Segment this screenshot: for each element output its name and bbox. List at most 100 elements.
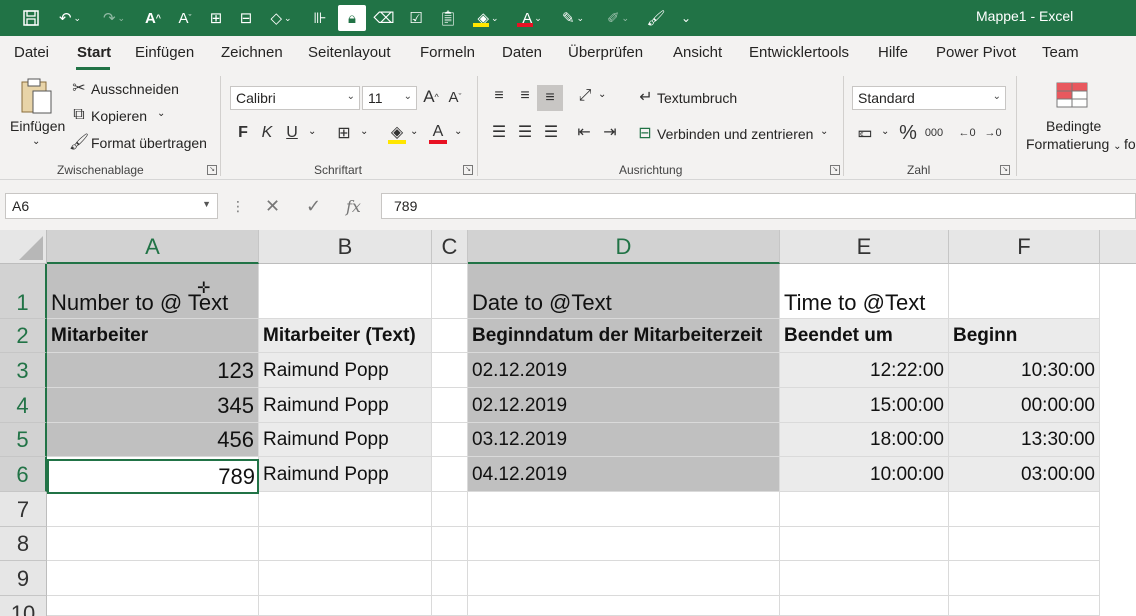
- conditional-formatting-icon[interactable]: [1054, 80, 1090, 110]
- column-header-d[interactable]: D: [468, 230, 780, 264]
- paste-dropdown-icon[interactable]: ⌄: [32, 136, 40, 147]
- cell-f1[interactable]: [949, 264, 1100, 319]
- increase-font-icon[interactable]: A ^: [140, 5, 166, 31]
- shrink-font-icon[interactable]: Aˇ: [445, 86, 465, 108]
- cell-e10[interactable]: [780, 596, 949, 616]
- merge-center-button[interactable]: Verbinden und zentrieren: [657, 126, 813, 142]
- pen-icon[interactable]: ✎ ⌄: [556, 5, 590, 31]
- cell-f6[interactable]: 03:00:00: [949, 457, 1100, 492]
- number-format-select[interactable]: Standard ⌄: [852, 86, 1006, 110]
- column-header-g-partial[interactable]: [1100, 230, 1136, 264]
- conditional-formatting-label-1[interactable]: Bedingte: [1046, 118, 1101, 134]
- cell-a7[interactable]: [47, 492, 259, 527]
- formula-input[interactable]: 789: [381, 193, 1136, 219]
- save-icon[interactable]: [18, 5, 44, 31]
- cell-c7[interactable]: [432, 492, 468, 527]
- tab-seitenlayout[interactable]: Seitenlayout: [308, 44, 391, 61]
- cell-d6[interactable]: 04.12.2019: [468, 457, 780, 492]
- italic-button[interactable]: K: [258, 122, 276, 144]
- format-painter-button[interactable]: Format übertragen: [91, 135, 207, 151]
- cell-b1[interactable]: [259, 264, 432, 319]
- active-cell-a6[interactable]: 789: [47, 459, 259, 494]
- clear-format-icon[interactable]: ⌫: [372, 5, 396, 31]
- redo-icon[interactable]: ↷ ⌄: [96, 5, 132, 31]
- paste-icon[interactable]: 📋︎: [436, 5, 460, 31]
- cell-c2[interactable]: [432, 319, 468, 353]
- cell-e7[interactable]: [780, 492, 949, 527]
- cell-e8[interactable]: [780, 527, 949, 561]
- cell-d2[interactable]: Beginndatum der Mitarbeiterzeit: [468, 319, 780, 353]
- row-header-4[interactable]: 4: [0, 388, 47, 423]
- cell-a10[interactable]: [47, 596, 259, 616]
- cell-c9[interactable]: [432, 561, 468, 596]
- align-center-icon[interactable]: ☰: [514, 122, 536, 142]
- align-middle-icon[interactable]: ≡: [514, 86, 536, 106]
- cell-b5[interactable]: Raimund Popp: [259, 423, 432, 457]
- copy-icon[interactable]: ⧉: [70, 106, 88, 124]
- cell-c1[interactable]: [432, 264, 468, 319]
- decrease-indent-icon[interactable]: ⇤: [573, 122, 595, 142]
- borders-dropdown-icon[interactable]: ⌄: [360, 126, 368, 137]
- undo-icon[interactable]: ↶ ⌄: [52, 5, 88, 31]
- cell-d5[interactable]: 03.12.2019: [468, 423, 780, 457]
- cell-d1[interactable]: Date to @Text: [468, 264, 780, 319]
- column-header-b[interactable]: B: [259, 230, 432, 264]
- currency-icon[interactable]: 💶︎: [853, 122, 877, 144]
- column-header-a[interactable]: A: [47, 230, 259, 264]
- cell-d8[interactable]: [468, 527, 780, 561]
- grow-font-icon[interactable]: A ^: [421, 86, 441, 108]
- decrease-decimal-icon[interactable]: →0: [982, 122, 1004, 144]
- column-header-e[interactable]: E: [780, 230, 949, 264]
- orientation-icon[interactable]: ⤢: [573, 86, 597, 106]
- cell-d9[interactable]: [468, 561, 780, 596]
- align-top-icon[interactable]: ≡: [488, 86, 510, 106]
- cell-a5[interactable]: 456: [47, 423, 259, 457]
- cell-b2[interactable]: Mitarbeiter (Text): [259, 319, 432, 353]
- tab-daten[interactable]: Daten: [502, 44, 542, 61]
- font-launcher-icon[interactable]: ↘: [463, 165, 473, 175]
- cell-b3[interactable]: Raimund Popp: [259, 353, 432, 388]
- fill-color-icon[interactable]: ◈: [386, 120, 408, 144]
- cell-c6[interactable]: [432, 457, 468, 492]
- paste-label[interactable]: Einfügen: [10, 118, 65, 134]
- cell-e1[interactable]: Time to @Text: [780, 264, 949, 319]
- bold-button[interactable]: F: [234, 122, 252, 144]
- font-name-select[interactable]: Calibri ⌄: [230, 86, 360, 110]
- cell-c8[interactable]: [432, 527, 468, 561]
- copy-button[interactable]: Kopieren: [91, 108, 147, 124]
- wrap-text-icon[interactable]: ↵: [637, 88, 655, 106]
- cell-b6[interactable]: Raimund Popp: [259, 457, 432, 492]
- table-icon[interactable]: ⊟: [234, 5, 258, 31]
- tab-hilfe[interactable]: Hilfe: [878, 44, 908, 61]
- row-header-8[interactable]: 8: [0, 527, 47, 561]
- number-launcher-icon[interactable]: ↘: [1000, 165, 1010, 175]
- cell-d7[interactable]: [468, 492, 780, 527]
- clipboard-launcher-icon[interactable]: ↘: [207, 165, 217, 175]
- font-color-dropdown-icon[interactable]: ⌄: [454, 126, 462, 137]
- borders-icon[interactable]: ⊞: [204, 5, 228, 31]
- name-box[interactable]: A6 ▼: [5, 193, 218, 219]
- wrap-text-button[interactable]: Textumbruch: [657, 90, 737, 106]
- align-left-icon[interactable]: ☰: [488, 122, 510, 142]
- tab-formeln[interactable]: Formeln: [420, 44, 475, 61]
- cell-e5[interactable]: 18:00:00: [780, 423, 949, 457]
- columns-icon[interactable]: ⊪: [308, 5, 332, 31]
- fill-color-icon[interactable]: ◈ ⌄: [468, 5, 508, 31]
- cell-b7[interactable]: [259, 492, 432, 527]
- cancel-icon[interactable]: ✕: [265, 193, 280, 219]
- currency-dropdown-icon[interactable]: ⌄: [881, 126, 889, 137]
- cell-a4[interactable]: 345: [47, 388, 259, 423]
- underline-dropdown-icon[interactable]: ⌄: [308, 126, 316, 137]
- percent-button[interactable]: %: [898, 122, 918, 144]
- merge-center-icon[interactable]: ⊟: [635, 124, 655, 142]
- cell-d3[interactable]: 02.12.2019: [468, 353, 780, 388]
- customize-icon[interactable]: ⌄: [676, 5, 696, 31]
- tab-entwicklertools[interactable]: Entwicklertools: [749, 44, 849, 61]
- copy-dropdown-icon[interactable]: ⌄: [157, 108, 165, 119]
- cell-f5[interactable]: 13:30:00: [949, 423, 1100, 457]
- lock-icon[interactable]: 🔒︎: [338, 5, 366, 31]
- align-bottom-icon[interactable]: ≡: [537, 85, 563, 111]
- format-as-table-label-cut[interactable]: fo: [1124, 136, 1136, 152]
- row-header-7[interactable]: 7: [0, 492, 47, 527]
- insert-function-icon[interactable]: fx: [346, 193, 361, 219]
